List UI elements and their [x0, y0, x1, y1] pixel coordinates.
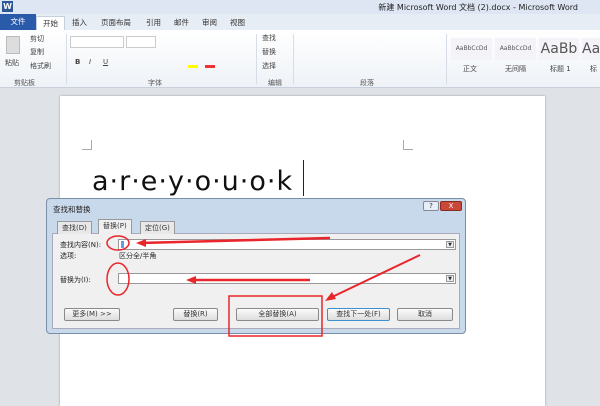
more-button[interactable]: 更多(M) >> [64, 308, 120, 321]
close-button[interactable]: X [440, 201, 462, 211]
margin-corner [82, 140, 92, 150]
tab-references[interactable]: 引用 [140, 16, 167, 30]
highlight-icon[interactable] [188, 65, 198, 68]
replace-input[interactable]: ▼ [118, 273, 456, 284]
paste-button[interactable]: 粘贴 [5, 58, 19, 68]
replace-label: 替换为(I): [60, 276, 91, 284]
divider [66, 34, 67, 84]
group-font: 字体 [148, 79, 162, 87]
dialog-title: 查找和替换 [53, 205, 91, 214]
replace-one-button[interactable]: 替换(R) [173, 308, 218, 321]
replace-history-dropdown[interactable]: ▼ [446, 275, 454, 282]
tab-view[interactable]: 视图 [224, 16, 251, 30]
underline-button[interactable]: U [103, 58, 108, 66]
cancel-button[interactable]: 取消 [397, 308, 453, 321]
divider [256, 34, 257, 84]
tab-replace[interactable]: 替换(P) [98, 219, 132, 234]
font-size-select[interactable] [126, 36, 156, 48]
replace-all-button[interactable]: 全部替换(A) [236, 308, 319, 321]
style-no-spacing[interactable]: AaBbCcDd [495, 38, 536, 60]
style-heading2[interactable]: Aa [582, 38, 600, 60]
style-heading2-label: 标 [590, 65, 597, 73]
paste-icon [6, 36, 20, 54]
options-value: 区分全/半角 [119, 252, 157, 260]
ribbon-tabs: 开始 插入 页面布局 引用 邮件 审阅 视图 [0, 14, 600, 30]
window-title: 新建 Microsoft Word 文档 (2).docx - Microsof… [378, 3, 578, 12]
style-heading1[interactable]: AaBb [539, 38, 579, 60]
divider [446, 34, 447, 84]
title-bar: W 新建 Microsoft Word 文档 (2).docx - Micros… [0, 0, 600, 14]
tab-insert[interactable]: 插入 [66, 16, 93, 30]
find-button[interactable]: 查找 [262, 33, 276, 43]
tab-mailings[interactable]: 邮件 [168, 16, 195, 30]
bold-button[interactable]: B [75, 58, 80, 66]
style-no-spacing-label: 无间隔 [505, 65, 526, 73]
find-next-button[interactable]: 查找下一处(F) [327, 308, 390, 321]
margin-corner [403, 140, 413, 150]
text-cursor [303, 160, 304, 196]
font-name-select[interactable] [70, 36, 124, 48]
word-logo-icon: W [2, 1, 13, 12]
group-clipboard: 剪贴板 [14, 79, 35, 87]
group-paragraph: 段落 [360, 79, 374, 87]
cut-button[interactable]: 剪切 [30, 34, 44, 44]
tab-find[interactable]: 查找(D) [57, 221, 92, 234]
style-normal[interactable]: AaBbCcDd [451, 38, 492, 60]
tab-home[interactable]: 开始 [36, 16, 65, 30]
divider [293, 34, 294, 84]
italic-button[interactable]: I [89, 58, 91, 66]
copy-button[interactable]: 复制 [30, 47, 44, 57]
font-color-icon[interactable] [205, 65, 215, 68]
ribbon: 粘贴 剪切 复制 格式刷 剪贴板 B I U 字体 查找 替换 选择 编辑 段落… [0, 30, 600, 88]
style-normal-label: 正文 [463, 65, 477, 73]
style-heading1-label: 标题 1 [550, 65, 571, 73]
document-text[interactable]: a·r·e·y·o·u·o·k [92, 166, 293, 197]
find-replace-dialog: 查找和替换 ? X 查找内容(N): ▼ 选项: 区分全/半角 替换为(I): … [46, 198, 466, 334]
replace-button[interactable]: 替换 [262, 47, 276, 57]
group-editing: 编辑 [268, 79, 282, 87]
select-button[interactable]: 选择 [262, 61, 276, 71]
find-input[interactable]: ▼ [118, 239, 456, 250]
text-selection [121, 241, 124, 248]
tab-goto[interactable]: 定位(G) [140, 221, 175, 234]
format-painter-button[interactable]: 格式刷 [30, 61, 51, 71]
tab-page-layout[interactable]: 页面布局 [95, 16, 137, 30]
options-label: 选项: [60, 252, 77, 260]
tab-file[interactable]: 文件 [0, 14, 36, 30]
tab-review[interactable]: 审阅 [196, 16, 223, 30]
find-label: 查找内容(N): [60, 241, 102, 249]
find-history-dropdown[interactable]: ▼ [446, 241, 454, 248]
help-button[interactable]: ? [423, 201, 439, 211]
